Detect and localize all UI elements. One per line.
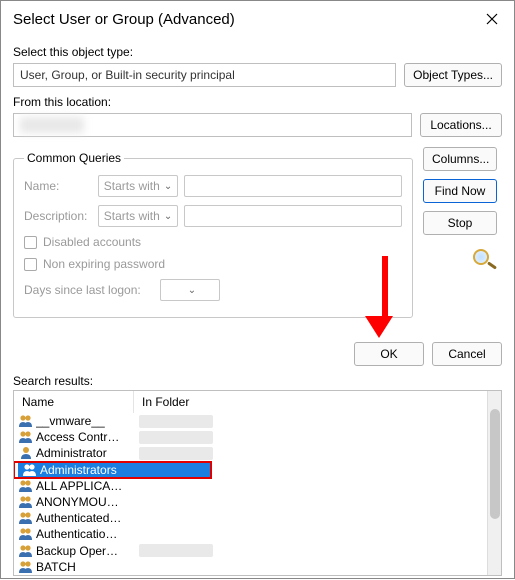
object-type-field: User, Group, or Built-in security princi… [13, 63, 396, 87]
description-match-value: Starts with [104, 209, 160, 223]
description-input[interactable] [184, 205, 402, 227]
list-item-folder [139, 447, 213, 460]
column-header-name[interactable]: Name [14, 391, 134, 413]
window-title: Select User or Group (Advanced) [13, 11, 235, 28]
list-item[interactable]: Administrators [18, 462, 211, 478]
search-results-label: Search results: [13, 374, 502, 388]
list-item[interactable]: ANONYMOU… [14, 494, 501, 510]
user-icon [18, 446, 34, 460]
non-expiring-checkbox[interactable] [24, 258, 37, 271]
name-input[interactable] [184, 175, 402, 197]
close-icon[interactable] [478, 7, 506, 31]
disabled-accounts-label: Disabled accounts [43, 235, 141, 249]
group-icon [18, 414, 34, 428]
list-item-name: Authenticatio… [36, 527, 136, 541]
list-item[interactable]: Administrator [14, 445, 501, 461]
list-item-name: Administrators [40, 463, 211, 477]
list-item-selected-highlight: Administrators [14, 462, 211, 478]
chevron-down-icon: ⌄ [188, 285, 196, 296]
name-match-value: Starts with [104, 179, 160, 193]
list-item-folder [139, 544, 213, 557]
from-location-label: From this location: [13, 95, 502, 109]
stop-button[interactable]: Stop [423, 211, 497, 235]
name-match-select[interactable]: Starts with ⌄ [98, 175, 178, 197]
from-location-field [13, 113, 412, 137]
days-since-select[interactable]: ⌄ [160, 279, 220, 301]
list-item[interactable]: Authenticated… [14, 510, 501, 526]
list-item[interactable]: Authenticatio… [14, 526, 501, 542]
group-icon [18, 430, 34, 444]
group-icon [18, 544, 34, 558]
common-queries-legend: Common Queries [24, 151, 124, 165]
list-item[interactable]: ALL APPLICA… [14, 478, 501, 494]
list-item-name: __vmware__ [36, 414, 136, 428]
disabled-accounts-checkbox[interactable] [24, 236, 37, 249]
object-type-value: User, Group, or Built-in security princi… [20, 68, 235, 82]
from-location-value [20, 117, 84, 133]
list-item[interactable]: Access Contr… [14, 429, 501, 445]
description-label: Description: [24, 209, 92, 223]
list-item[interactable]: __vmware__ [14, 413, 501, 429]
cancel-button[interactable]: Cancel [432, 342, 502, 366]
non-expiring-label: Non expiring password [43, 257, 165, 271]
group-icon [22, 463, 38, 477]
name-label: Name: [24, 179, 92, 193]
ok-button[interactable]: OK [354, 342, 424, 366]
side-buttons: Columns... Find Now Stop [423, 145, 499, 277]
columns-button[interactable]: Columns... [423, 147, 497, 171]
magnifier-icon [467, 249, 499, 277]
description-match-select[interactable]: Starts with ⌄ [98, 205, 178, 227]
object-types-button[interactable]: Object Types... [404, 63, 502, 87]
results-scrollbar[interactable] [487, 391, 501, 575]
list-item-name: Administrator [36, 446, 136, 460]
list-item-folder [139, 415, 213, 428]
titlebar: Select User or Group (Advanced) [1, 1, 514, 39]
search-results-list: Name In Folder __vmware__ Access Contr… Ad… [13, 390, 502, 576]
list-item-name: ALL APPLICA… [36, 479, 136, 493]
list-item-name: ANONYMOU… [36, 495, 136, 509]
group-icon [18, 527, 34, 541]
object-type-label: Select this object type: [13, 45, 502, 59]
list-item-name: Authenticated… [36, 511, 136, 525]
days-since-label: Days since last logon: [24, 283, 154, 297]
common-queries-group: Common Queries Name: Starts with ⌄ Descr… [13, 151, 413, 318]
chevron-down-icon: ⌄ [164, 211, 172, 222]
list-item-name: Backup Oper… [36, 544, 136, 558]
list-item[interactable]: BATCH [14, 559, 501, 573]
list-item-name: BATCH [36, 560, 136, 573]
locations-button[interactable]: Locations... [420, 113, 502, 137]
list-item-folder [139, 431, 213, 444]
group-icon [18, 560, 34, 573]
group-icon [18, 495, 34, 509]
column-header-folder[interactable]: In Folder [134, 391, 501, 413]
dialog-body: Select this object type: User, Group, or… [1, 39, 514, 580]
list-item[interactable]: Backup Oper… [14, 543, 501, 559]
find-now-button[interactable]: Find Now [423, 179, 497, 203]
group-icon [18, 479, 34, 493]
list-item-name: Access Contr… [36, 430, 136, 444]
chevron-down-icon: ⌄ [164, 181, 172, 192]
group-icon [18, 511, 34, 525]
